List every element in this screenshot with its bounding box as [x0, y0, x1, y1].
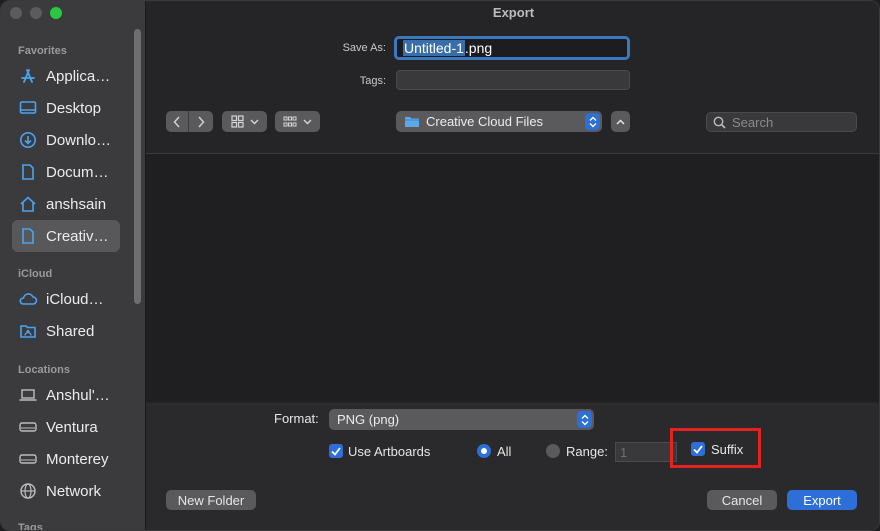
sidebar-section-icloud: iCloud: [18, 268, 53, 280]
home-icon: [18, 194, 38, 214]
zoom-window-button[interactable]: [50, 7, 62, 19]
drive-icon: [18, 449, 38, 469]
sidebar-item-applications[interactable]: Applica…: [12, 60, 120, 92]
sidebar-item-macbook[interactable]: Anshul'…: [12, 379, 120, 411]
drive-icon: [18, 417, 38, 437]
applications-icon: [18, 66, 38, 86]
sidebar-item-label: Ventura: [46, 418, 98, 436]
tags-field[interactable]: [396, 70, 630, 90]
range-label: Range:: [566, 444, 608, 459]
sidebar-item-downloads[interactable]: Downlo…: [12, 124, 120, 156]
location-label: Creative Cloud Files: [426, 114, 544, 129]
format-value: PNG (png): [337, 412, 400, 427]
main-panel: Export Save As: Untitled-1 .png Tags: Cr…: [146, 1, 879, 530]
window-title: Export: [492, 5, 535, 20]
cancel-button[interactable]: Cancel: [707, 490, 777, 510]
group-mode-button[interactable]: [275, 111, 320, 132]
icon-grid-icon: [230, 115, 244, 128]
location-stepper: [585, 113, 600, 130]
sidebar-item-ventura[interactable]: Ventura: [12, 411, 120, 443]
range-radio[interactable]: [546, 444, 560, 458]
sidebar-item-monterey[interactable]: Monterey: [12, 443, 120, 475]
sidebar-item-icloud-drive[interactable]: iCloud…: [12, 283, 120, 315]
chevron-updown-icon: [589, 116, 596, 127]
sidebar-item-label: iCloud…: [46, 290, 104, 308]
sidebar-item-label: Applica…: [46, 67, 111, 85]
save-as-field[interactable]: Untitled-1 .png: [394, 36, 630, 60]
sidebar-item-documents[interactable]: Docum…: [12, 156, 120, 188]
file-browser[interactable]: [146, 154, 879, 402]
downloads-icon: [18, 130, 38, 150]
export-dialog: Favorites Applica… Desktop Downlo… Docum…: [0, 0, 880, 531]
window-controls: [10, 7, 62, 19]
format-popup[interactable]: PNG (png): [329, 409, 594, 430]
checkmark-icon: [693, 444, 703, 454]
chevron-updown-icon: [581, 414, 588, 425]
location-popup[interactable]: Creative Cloud Files: [396, 111, 602, 132]
sidebar-item-label: Docum…: [46, 163, 109, 181]
sidebar: Favorites Applica… Desktop Downlo… Docum…: [1, 1, 146, 531]
tags-label: Tags:: [359, 75, 386, 87]
documents-icon: [18, 162, 38, 182]
use-artboards-label: Use Artboards: [348, 444, 431, 459]
forward-button[interactable]: [189, 111, 213, 132]
chevron-right-icon: [198, 115, 205, 128]
save-as-extension: .png: [464, 40, 493, 56]
collapse-button[interactable]: [611, 111, 630, 132]
save-as-selected-text: Untitled-1: [403, 40, 465, 56]
format-stepper: [577, 411, 592, 428]
use-artboards-checkbox[interactable]: [329, 444, 343, 458]
sidebar-section-tags: Tags: [18, 522, 43, 531]
search-field[interactable]: Search: [706, 112, 857, 132]
export-button[interactable]: Export: [787, 490, 857, 510]
view-mode-button[interactable]: [222, 111, 267, 132]
all-radio[interactable]: [477, 444, 491, 458]
document-icon: [18, 226, 38, 246]
search-icon: [713, 116, 726, 129]
chevron-down-icon: [303, 119, 312, 124]
sidebar-item-network[interactable]: Network: [12, 475, 120, 507]
sidebar-section-favorites: Favorites: [18, 45, 67, 57]
suffix-label: Suffix: [711, 442, 744, 457]
suffix-checkbox[interactable]: [691, 442, 705, 456]
sidebar-item-label: Monterey: [46, 450, 109, 468]
sidebar-scrollbar[interactable]: [134, 29, 141, 304]
sidebar-item-home[interactable]: anshsain: [12, 188, 120, 220]
new-folder-button[interactable]: New Folder: [166, 490, 256, 510]
format-label: Format:: [274, 411, 319, 426]
sidebar-item-label: Downlo…: [46, 131, 112, 149]
sidebar-item-label: Network: [46, 482, 102, 500]
folder-icon: [405, 117, 419, 127]
sidebar-section-locations: Locations: [18, 364, 70, 376]
chevron-left-icon: [173, 115, 180, 128]
cloud-icon: [18, 289, 38, 309]
range-field[interactable]: 1: [615, 442, 677, 462]
sidebar-item-creative-cloud[interactable]: Creativ…: [12, 220, 120, 252]
close-window-button[interactable]: [10, 7, 22, 19]
sidebar-item-label: Creativ…: [46, 227, 109, 245]
search-placeholder: Search: [732, 114, 774, 130]
checkmark-icon: [331, 446, 341, 456]
range-value: 1: [620, 444, 628, 460]
group-grid-icon: [283, 116, 297, 126]
minimize-window-button[interactable]: [30, 7, 42, 19]
sidebar-item-desktop[interactable]: Desktop: [12, 92, 120, 124]
laptop-icon: [18, 385, 38, 405]
chevron-up-icon: [616, 118, 625, 125]
chevron-down-icon: [250, 119, 258, 124]
back-button[interactable]: [166, 111, 189, 132]
all-label: All: [497, 444, 512, 459]
network-icon: [18, 481, 38, 501]
sidebar-item-label: Desktop: [46, 99, 102, 117]
nav-buttons: [166, 111, 213, 132]
save-as-label: Save As:: [342, 42, 386, 54]
sidebar-item-label: anshsain: [46, 195, 107, 213]
sidebar-item-label: Anshul'…: [46, 386, 110, 404]
sidebar-item-shared[interactable]: Shared: [12, 315, 120, 347]
desktop-icon: [18, 98, 38, 118]
shared-folder-icon: [18, 321, 38, 341]
sidebar-item-label: Shared: [46, 322, 95, 340]
